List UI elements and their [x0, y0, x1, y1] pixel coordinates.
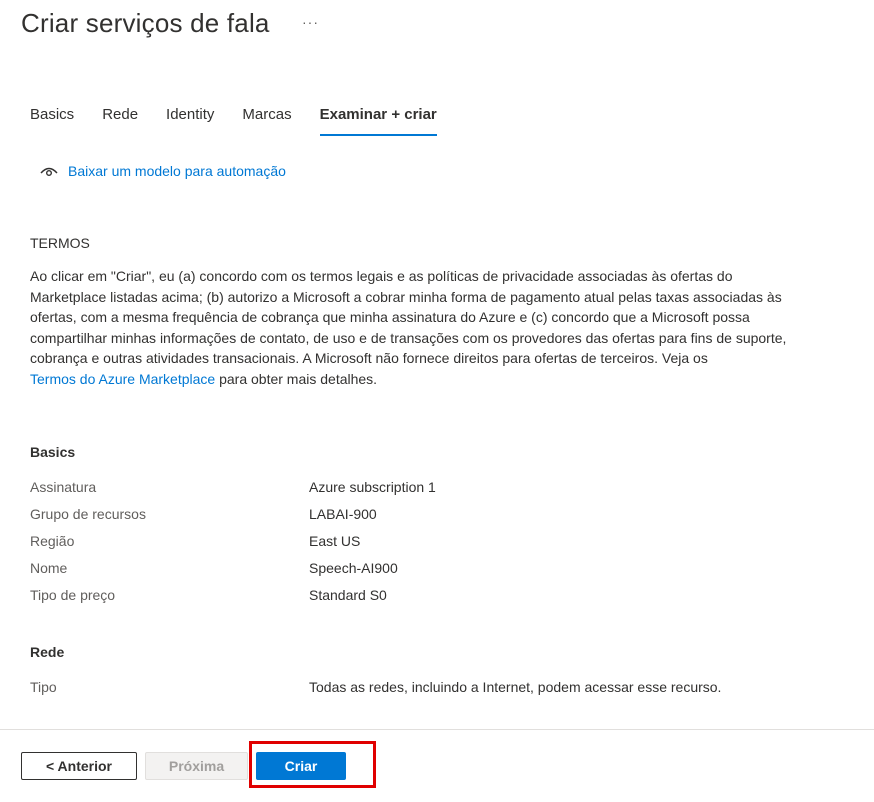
summary-label: Nome [30, 560, 68, 576]
next-button[interactable]: Próxima [145, 752, 248, 780]
previous-button[interactable]: < Anterior [21, 752, 137, 780]
tab-identity[interactable]: Identity [166, 106, 214, 136]
tab-basics[interactable]: Basics [30, 106, 74, 136]
summary-value: LABAI-900 [309, 506, 377, 522]
page-title: Criar serviços de fala [21, 8, 270, 38]
summary-row: Região East US [30, 533, 830, 553]
tab-examinar-criar[interactable]: Examinar + criar [319, 106, 437, 136]
rede-heading: Rede [30, 644, 65, 660]
summary-value: Todas as redes, incluindo a Internet, po… [309, 679, 722, 695]
create-button[interactable]: Criar [256, 752, 346, 780]
tab-marcas[interactable]: Marcas [242, 106, 291, 136]
summary-label: Tipo [30, 679, 57, 695]
wizard-tabs: Basics Rede Identity Marcas Examinar + c… [30, 106, 465, 136]
summary-row: Tipo Todas as redes, incluindo a Interne… [30, 679, 830, 699]
summary-row: Assinatura Azure subscription 1 [30, 479, 830, 499]
terms-body: Ao clicar em "Criar", eu (a) concordo co… [30, 268, 787, 366]
terms-text: Ao clicar em "Criar", eu (a) concordo co… [30, 266, 795, 389]
terms-suffix: para obter mais detalhes. [219, 370, 378, 387]
download-template-link[interactable]: Baixar um modelo para automação [40, 163, 286, 179]
footer-divider [0, 729, 874, 730]
eye-icon [40, 167, 58, 176]
azure-marketplace-terms-link[interactable]: Termos do Azure Marketplace [30, 371, 215, 387]
basics-heading: Basics [30, 444, 76, 460]
summary-label: Assinatura [30, 479, 97, 495]
summary-label: Grupo de recursos [30, 506, 146, 522]
terms-heading: TERMOS [30, 235, 90, 251]
tab-rede[interactable]: Rede [102, 106, 138, 136]
summary-value: Standard S0 [309, 587, 387, 603]
summary-value: East US [309, 533, 361, 549]
summary-label: Região [30, 533, 75, 549]
ellipsis-icon[interactable]: ··· [302, 14, 319, 30]
summary-row: Nome Speech-AI900 [30, 560, 830, 580]
summary-value: Azure subscription 1 [309, 479, 436, 495]
summary-value: Speech-AI900 [309, 560, 398, 576]
summary-row: Grupo de recursos LABAI-900 [30, 506, 830, 526]
summary-row: Tipo de preço Standard S0 [30, 587, 830, 607]
download-template-label: Baixar um modelo para automação [68, 163, 286, 179]
summary-label: Tipo de preço [30, 587, 116, 603]
